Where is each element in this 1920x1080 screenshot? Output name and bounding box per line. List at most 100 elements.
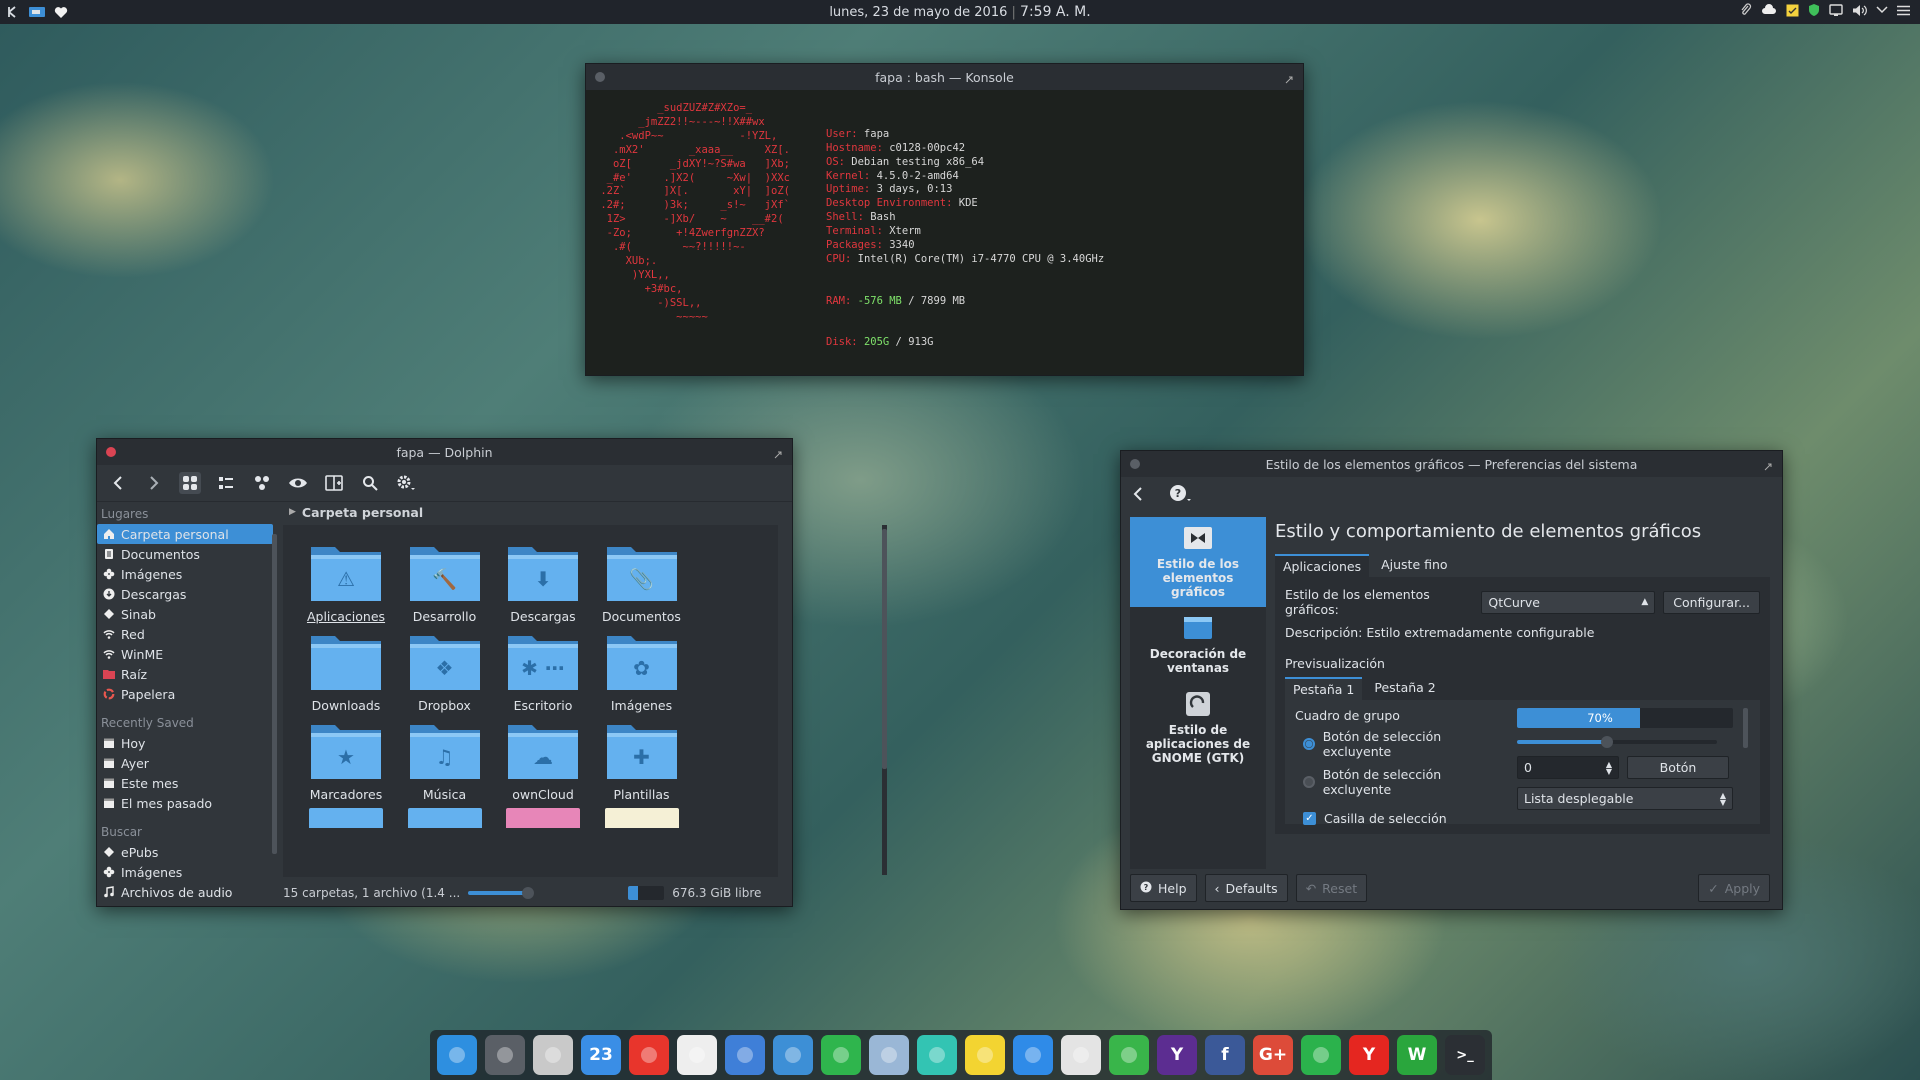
wps-writer-icon[interactable]: W — [1397, 1035, 1437, 1075]
spin-box[interactable]: 0 ▲ ▼ — [1517, 756, 1619, 779]
maximize-icon[interactable] — [1764, 459, 1772, 471]
sidebar-item[interactable]: Sinab — [97, 604, 277, 624]
radio-button-on[interactable] — [1303, 738, 1315, 750]
sidebar-item[interactable]: WinME — [97, 644, 277, 664]
pdf-reader-icon[interactable] — [629, 1035, 669, 1075]
yandex-icon[interactable]: Y — [1349, 1035, 1389, 1075]
yahoo-icon[interactable]: Y — [1157, 1035, 1197, 1075]
close-icon[interactable] — [106, 447, 116, 457]
menu-icon[interactable] — [1897, 5, 1910, 16]
close-icon[interactable] — [595, 72, 605, 82]
sidebar-item[interactable]: Descargas — [97, 584, 277, 604]
folder-item-partial[interactable] — [407, 808, 482, 828]
folder-item[interactable]: ⬇ Descargas — [488, 541, 598, 624]
facebook-icon[interactable]: f — [1205, 1035, 1245, 1075]
file-grid[interactable]: ⚠ Aplicaciones 🔨 Desarrollo ⬇ Descargas 📎 Docum… — [283, 525, 778, 877]
shield-icon[interactable] — [1808, 3, 1820, 17]
clock-date[interactable]: lunes, 23 de mayo de 2016 — [829, 5, 1007, 20]
folder-item[interactable]: ✿ Imágenes — [587, 630, 697, 713]
details-view-button[interactable] — [215, 472, 237, 494]
folder-item[interactable]: ❖ Dropbox — [390, 630, 500, 713]
search-icon[interactable] — [359, 472, 381, 494]
network-icon[interactable] — [869, 1035, 909, 1075]
gear-icon[interactable] — [395, 472, 417, 494]
pager-icon[interactable] — [28, 6, 46, 18]
maximize-icon[interactable] — [774, 447, 782, 459]
category-item[interactable]: Estilo de aplicaciones de GNOME (GTK) — [1130, 683, 1266, 773]
breadcrumb-item[interactable]: Carpeta personal — [302, 505, 423, 520]
sidebar-item[interactable]: Ayer — [97, 753, 277, 773]
volume-icon[interactable] — [1852, 4, 1867, 17]
notes-icon[interactable] — [725, 1035, 765, 1075]
tree-view-button[interactable] — [251, 472, 273, 494]
sidebar-scrollbar[interactable] — [272, 534, 277, 854]
folder-item-partial[interactable] — [309, 808, 383, 828]
preview-button[interactable]: Botón — [1627, 756, 1729, 779]
split-view-button[interactable] — [323, 472, 345, 494]
maximize-icon[interactable] — [1285, 72, 1293, 84]
folder-item-partial[interactable] — [506, 808, 580, 828]
sidebar-item[interactable]: Papelera — [97, 684, 277, 704]
music-icon[interactable] — [917, 1035, 957, 1075]
preview-eye-icon[interactable] — [287, 472, 309, 494]
help-button[interactable]: ? Help — [1130, 874, 1197, 902]
configure-button[interactable]: Configurar... — [1663, 590, 1760, 614]
category-item[interactable]: Estilo de los elementos gráficos — [1130, 517, 1266, 607]
sidebar-item[interactable]: Imágenes — [97, 564, 277, 584]
back-button[interactable] — [107, 472, 129, 494]
folder-item[interactable]: Downloads — [291, 630, 401, 713]
note-icon[interactable] — [1786, 4, 1799, 17]
folder-item[interactable]: ☁ ownCloud — [488, 719, 598, 802]
settings-titlebar[interactable]: Estilo de los elementos gráficos — Prefe… — [1121, 451, 1782, 477]
cloud-icon[interactable] — [1761, 4, 1777, 16]
folder-item[interactable]: ♫ Música — [390, 719, 500, 802]
breadcrumb[interactable]: ▶ Carpeta personal — [283, 501, 792, 523]
preview-scrollbar[interactable] — [1743, 708, 1748, 748]
sidebar-item[interactable]: Hoy — [97, 733, 277, 753]
file-view-scrollbar[interactable] — [882, 525, 887, 875]
zoom-slider[interactable] — [468, 887, 535, 899]
display-icon[interactable] — [1829, 3, 1843, 17]
security-shield-icon[interactable] — [821, 1035, 861, 1075]
tab-aplicaciones[interactable]: Aplicaciones — [1275, 554, 1370, 577]
software-install-icon[interactable] — [533, 1035, 573, 1075]
help-menu-icon[interactable]: ? — [1169, 484, 1193, 508]
terminal-icon[interactable]: >_ — [1445, 1035, 1485, 1075]
app-store-icon[interactable] — [773, 1035, 813, 1075]
radio-button-off[interactable] — [1303, 776, 1315, 788]
calendar-icon[interactable]: 23 — [581, 1035, 621, 1075]
style-combo[interactable]: QtCurve ▲ — [1481, 590, 1656, 614]
free-space-bar[interactable] — [628, 886, 665, 900]
defaults-button[interactable]: ‹ Defaults — [1204, 874, 1288, 902]
text-document-icon[interactable] — [677, 1035, 717, 1075]
google-plus-icon[interactable]: G+ — [1253, 1035, 1293, 1075]
terminal-area[interactable]: _sudZUZ#Z#XZo=_ _jmZZ2!!~---~!!X##wx .<w… — [586, 90, 1303, 375]
apply-button[interactable]: ✓ Apply — [1698, 874, 1770, 902]
close-icon[interactable] — [1130, 459, 1140, 469]
safari-icon[interactable] — [1013, 1035, 1053, 1075]
heart-icon[interactable] — [54, 6, 68, 19]
system-settings-icon[interactable] — [485, 1035, 525, 1075]
tab-ajuste-fino[interactable]: Ajuste fino — [1373, 554, 1455, 577]
folder-item-partial[interactable] — [604, 808, 679, 828]
folder-item[interactable]: ★ Marcadores — [291, 719, 401, 802]
sidebar-item[interactable]: Este mes — [97, 773, 277, 793]
kde-launcher-icon[interactable] — [6, 5, 20, 19]
preview-dropdown[interactable]: Lista desplegable ▲ ▼ — [1517, 787, 1733, 810]
sidebar-item[interactable]: Raíz — [97, 664, 277, 684]
sidebar-item[interactable]: ePubs — [97, 842, 277, 862]
tab-pestana-2[interactable]: Pestaña 2 — [1366, 677, 1443, 700]
forward-button[interactable] — [143, 472, 165, 494]
sidebar-item[interactable]: Archivos de audio — [97, 882, 277, 902]
folder-item[interactable]: 📎 Documentos — [587, 541, 697, 624]
paperclip-icon[interactable] — [1740, 3, 1752, 17]
finder-icon[interactable] — [437, 1035, 477, 1075]
reset-button[interactable]: ↶ Reset — [1295, 874, 1368, 902]
sidebar-item[interactable]: Imágenes — [97, 862, 277, 882]
dolphin-titlebar[interactable]: fapa — Dolphin — [97, 439, 792, 465]
back-button[interactable] — [1133, 486, 1143, 506]
category-item[interactable]: Decoración de ventanas — [1130, 607, 1266, 683]
folder-item[interactable]: ⚠ Aplicaciones — [291, 541, 401, 624]
twitter-icon[interactable] — [1109, 1035, 1149, 1075]
chrome-icon[interactable] — [1061, 1035, 1101, 1075]
